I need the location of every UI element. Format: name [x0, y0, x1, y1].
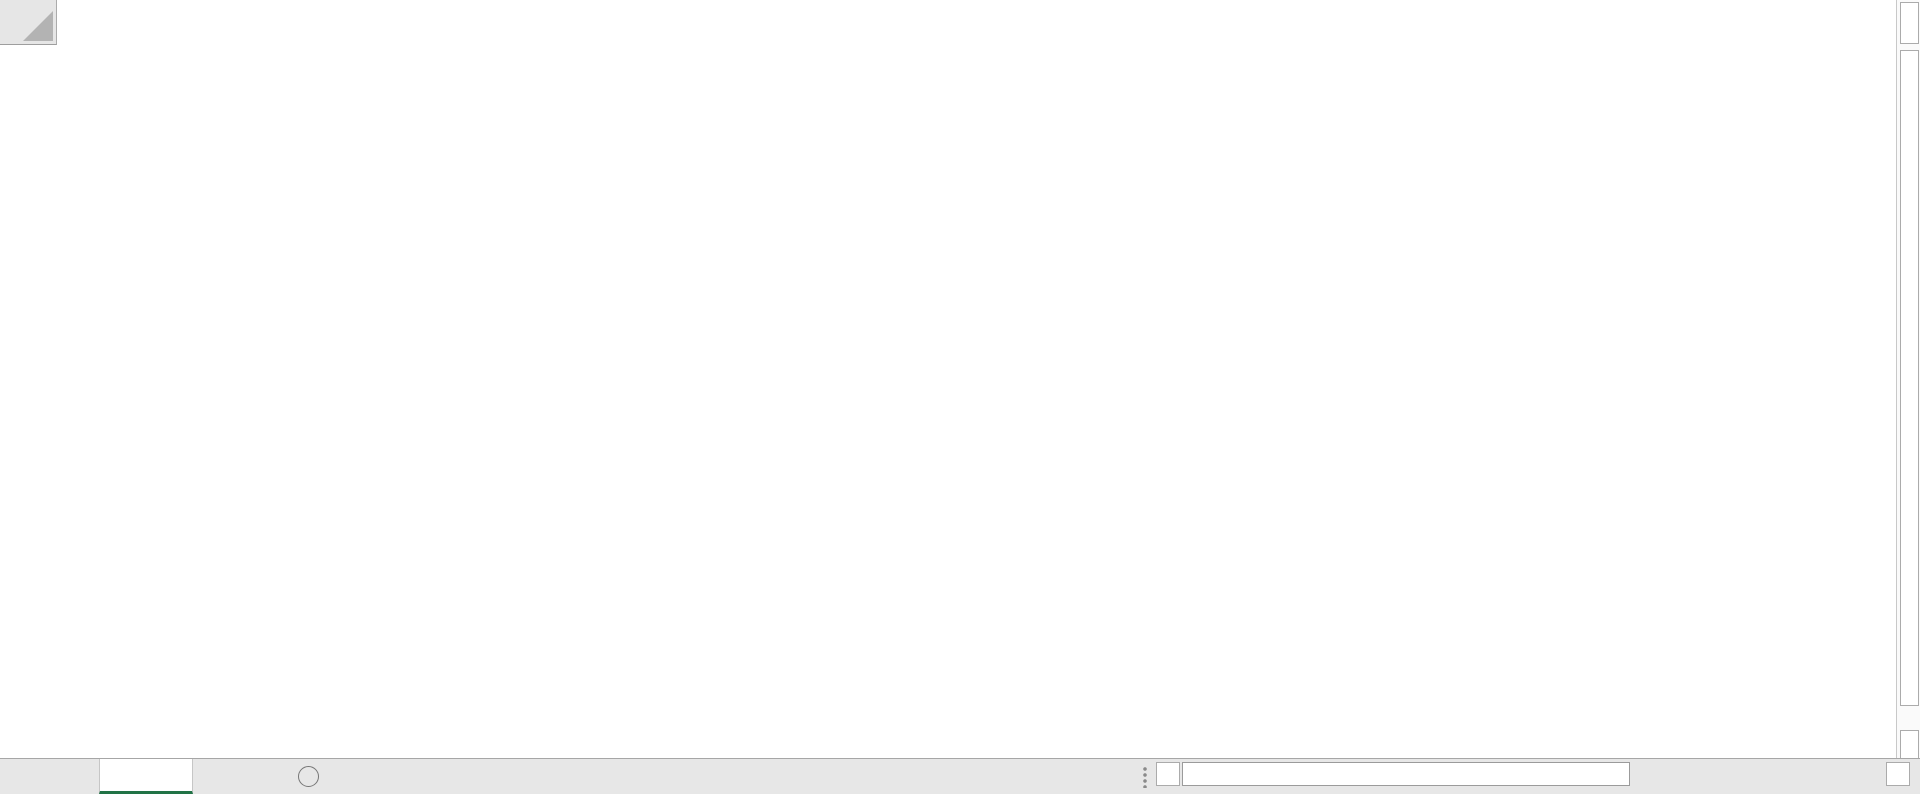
title-cell-background: [57, 45, 487, 142]
excel-spreadsheet: [0, 0, 1920, 794]
scroll-right-button[interactable]: [1886, 762, 1910, 786]
sheet-tab-employee-list[interactable]: [99, 759, 193, 794]
sheet-tab-sort[interactable]: [194, 759, 268, 794]
select-all-button[interactable]: [0, 0, 57, 45]
scroll-left-button[interactable]: [1156, 762, 1180, 786]
vertical-scrollbar[interactable]: [1896, 0, 1920, 775]
splitter-handle[interactable]: [1143, 766, 1147, 788]
add-sheet-button[interactable]: [298, 766, 319, 787]
horizontal-scrollbar-thumb[interactable]: [1182, 762, 1630, 786]
sheet-tab-bar: [0, 758, 1920, 794]
scroll-up-button[interactable]: [1900, 2, 1919, 44]
select-all-triangle-icon: [23, 11, 53, 41]
vertical-scrollbar-thumb[interactable]: [1900, 50, 1919, 706]
